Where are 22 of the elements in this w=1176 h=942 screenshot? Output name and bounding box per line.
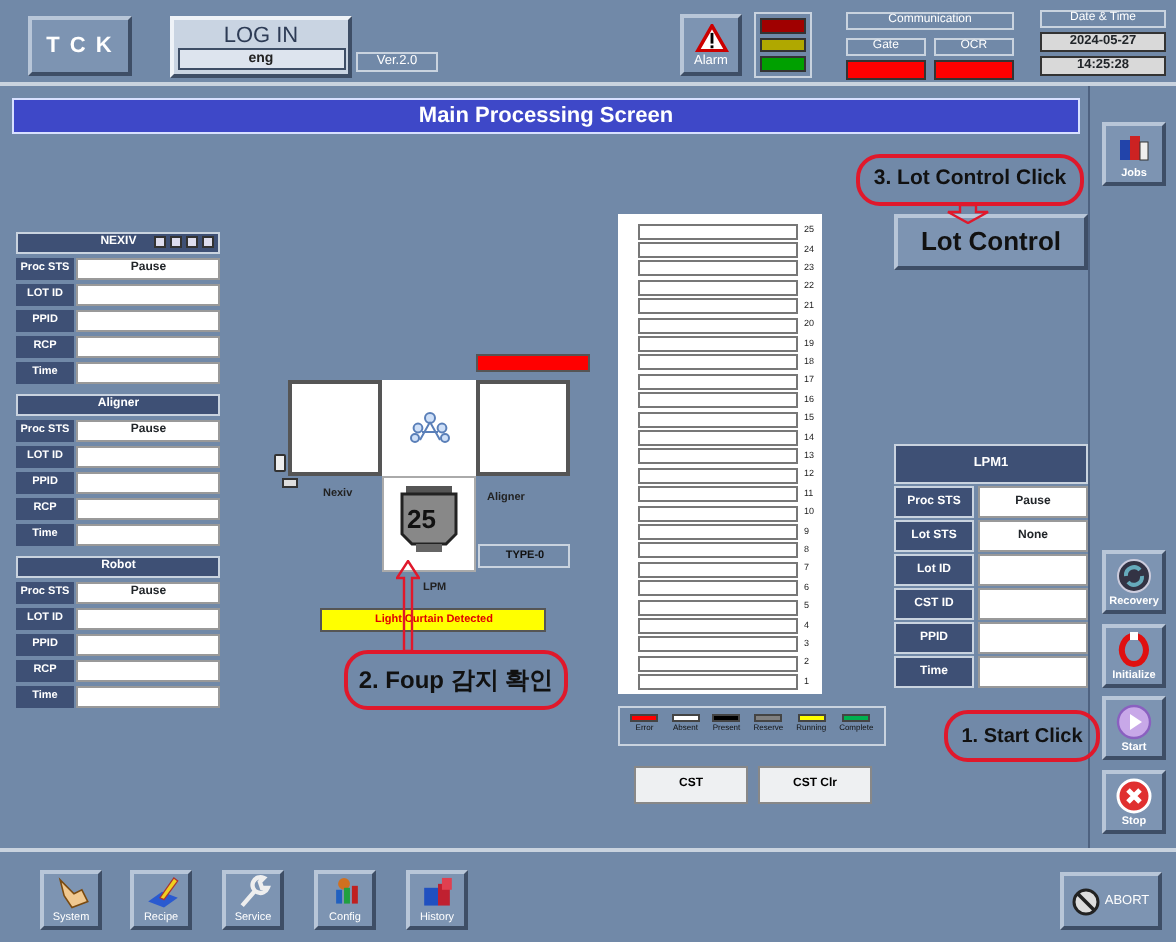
- stop-icon: [1116, 777, 1152, 814]
- value-field: [978, 554, 1088, 586]
- callout-note: 1. Start Click: [944, 710, 1100, 762]
- value-field: [978, 588, 1088, 620]
- callout-note: 3. Lot Control Click: [856, 154, 1084, 206]
- logo-button[interactable]: T C K: [28, 16, 132, 76]
- hand-icon: [53, 874, 89, 910]
- lot-control-button[interactable]: Lot Control: [894, 214, 1088, 270]
- robot-icon: [409, 412, 450, 444]
- prohibited-icon: [1072, 887, 1101, 915]
- callout-note: 2. Foup 감지 확인: [344, 650, 568, 710]
- refresh-icon: [1116, 557, 1152, 594]
- wrench-icon: [235, 874, 271, 910]
- value-field: [978, 622, 1088, 654]
- value-field: [978, 656, 1088, 688]
- play-icon: [1116, 703, 1152, 740]
- pencil-icon: [143, 874, 179, 910]
- warning-icon: [693, 24, 729, 53]
- slot-count: 25: [406, 502, 436, 538]
- arrow: [944, 204, 992, 224]
- screen-title: Main Processing Screen: [12, 98, 1080, 134]
- reset-icon: [1116, 631, 1152, 668]
